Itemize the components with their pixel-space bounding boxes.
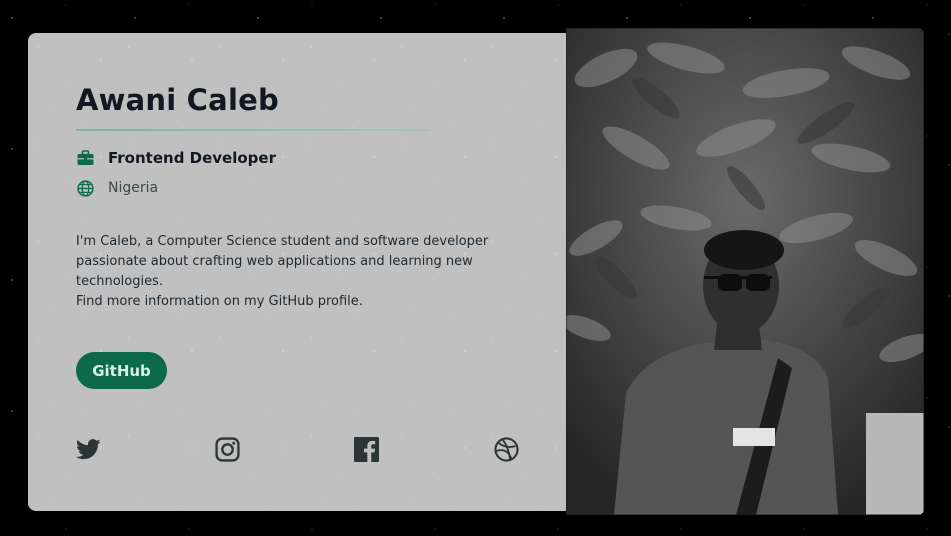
- twitter-icon: [75, 438, 101, 464]
- profile-photo: [566, 28, 924, 515]
- twitter-link[interactable]: [75, 438, 101, 464]
- facebook-icon: [353, 436, 379, 466]
- instagram-link[interactable]: [214, 436, 240, 466]
- location-text: Nigeria: [108, 180, 159, 196]
- dribbble-link[interactable]: [493, 436, 519, 466]
- profile-card: Awani Caleb Frontend Developer Nigeria I…: [28, 33, 567, 511]
- facebook-link[interactable]: [353, 436, 379, 466]
- dribbble-icon: [493, 436, 519, 466]
- instagram-icon: [214, 436, 240, 466]
- bio-github-note: Find more information on my GitHub profi…: [76, 294, 363, 309]
- bio-paragraph: I'm Caleb, a Computer Science student an…: [76, 234, 489, 289]
- github-button[interactable]: GitHub: [76, 352, 167, 389]
- briefcase-icon: [76, 149, 94, 167]
- location-row: Nigeria: [76, 179, 158, 197]
- portrait-image: [566, 28, 924, 515]
- globe-icon: [76, 179, 94, 197]
- profile-name: Awani Caleb: [76, 83, 279, 117]
- bio: I'm Caleb, a Computer Science student an…: [76, 232, 526, 312]
- role-title: Frontend Developer: [108, 149, 276, 167]
- name-divider: [76, 129, 430, 131]
- role-row: Frontend Developer: [76, 149, 276, 167]
